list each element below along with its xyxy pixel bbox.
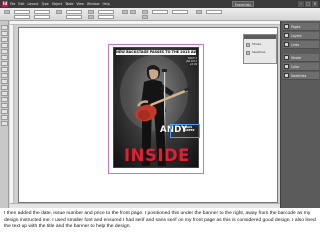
- dock-label-swatches: Swatches: [291, 73, 307, 78]
- floating-panel: Stroke Swatches: [243, 34, 277, 64]
- screenshot: Id File Edit Layout Type Object Table Vi…: [0, 0, 320, 208]
- horizontal-scrollbar[interactable]: [10, 203, 280, 208]
- direct-selection-tool-icon[interactable]: [1, 31, 8, 36]
- y-position-field[interactable]: [14, 15, 30, 19]
- dock-item-pages[interactable]: Pages: [283, 23, 319, 31]
- shear-icon[interactable]: [88, 15, 94, 19]
- constrain-proportions-icon[interactable]: [56, 10, 62, 14]
- panel-dock: Pages Layers Links Stroke Color Swatches: [280, 21, 320, 208]
- tools-panel: [0, 21, 9, 208]
- app-logo: Id: [2, 1, 8, 7]
- gap-tool-icon[interactable]: [1, 43, 8, 48]
- slide-caption: I then added the date, issue number and …: [4, 211, 316, 229]
- menu-bar: File Edit Layout Type Object Table View …: [10, 0, 110, 8]
- menu-object[interactable]: Object: [52, 0, 62, 8]
- cover-price: £3.99: [190, 63, 197, 66]
- vertical-ruler: [10, 25, 14, 206]
- menu-window[interactable]: Window: [87, 0, 100, 8]
- reference-point-icon[interactable]: [4, 10, 10, 14]
- application-bar: Id File Edit Layout Type Object Table Vi…: [0, 0, 320, 8]
- selection-tool-icon[interactable]: [1, 25, 8, 30]
- selected-text-frame[interactable]: [170, 124, 200, 138]
- opacity-field[interactable]: [206, 10, 222, 14]
- swatches-icon: [246, 50, 250, 55]
- pages-icon: [284, 24, 289, 29]
- width-field[interactable]: [34, 10, 50, 14]
- close-button[interactable]: ×: [312, 1, 318, 7]
- rectangle-frame-tool-icon[interactable]: [1, 73, 8, 78]
- dock-item-stroke[interactable]: Stroke: [283, 54, 319, 62]
- menu-edit[interactable]: Edit: [18, 0, 24, 8]
- dock-label-stroke: Stroke: [291, 55, 302, 60]
- page-tool-icon[interactable]: [1, 37, 8, 42]
- stroke-icon: [246, 42, 250, 47]
- rotate-icon[interactable]: [88, 10, 94, 14]
- scale-x-field[interactable]: [66, 10, 82, 14]
- x-position-field[interactable]: [14, 10, 30, 14]
- eyedropper-tool-icon[interactable]: [1, 109, 8, 114]
- menu-help[interactable]: Help: [103, 0, 110, 8]
- window-controls: – □ ×: [298, 1, 318, 7]
- cover-banner: NEW BACKSTAGE PASSES TO THE 2013 AWARDS!: [116, 50, 196, 55]
- line-tool-icon[interactable]: [1, 55, 8, 60]
- scale-y-field[interactable]: [66, 15, 82, 19]
- dock-item-layers[interactable]: Layers: [283, 32, 319, 40]
- hand-tool-icon[interactable]: [1, 115, 8, 120]
- pen-tool-icon[interactable]: [1, 61, 8, 66]
- floating-panel-row-swatches[interactable]: Swatches: [246, 50, 276, 55]
- free-transform-tool-icon[interactable]: [1, 91, 8, 96]
- menu-file[interactable]: File: [10, 0, 15, 8]
- zoom-tool-icon[interactable]: [1, 121, 8, 126]
- shear-angle-field[interactable]: [98, 15, 114, 19]
- scissors-tool-icon[interactable]: [1, 85, 8, 90]
- dock-label-links: Links: [291, 42, 300, 47]
- stroke-swatch-icon[interactable]: [142, 15, 148, 19]
- menu-table[interactable]: Table: [65, 0, 73, 8]
- rectangle-tool-icon[interactable]: [1, 79, 8, 84]
- minimize-button[interactable]: –: [298, 1, 304, 7]
- control-panel: [0, 8, 320, 21]
- stroke-type-field[interactable]: [172, 10, 188, 14]
- floating-panel-label-stroke: Stroke: [252, 42, 261, 46]
- maximize-button[interactable]: □: [305, 1, 311, 7]
- layers-icon: [284, 33, 289, 38]
- magazine-cover[interactable]: NEW BACKSTAGE PASSES TO THE 2013 AWARDS!…: [113, 47, 199, 168]
- fill-swatch-icon[interactable]: [142, 10, 148, 14]
- drop-shadow-icon[interactable]: [196, 10, 202, 14]
- flip-horizontal-icon[interactable]: [122, 10, 128, 14]
- type-tool-icon[interactable]: [1, 49, 8, 54]
- menu-layout[interactable]: Layout: [28, 0, 39, 8]
- swatches-icon: [284, 73, 289, 78]
- note-tool-icon[interactable]: [1, 103, 8, 108]
- gradient-tool-icon[interactable]: [1, 97, 8, 102]
- height-field[interactable]: [34, 15, 50, 19]
- rotation-angle-field[interactable]: [98, 10, 114, 14]
- pencil-tool-icon[interactable]: [1, 67, 8, 72]
- floating-panel-row-stroke[interactable]: Stroke: [246, 42, 276, 47]
- flip-vertical-icon[interactable]: [130, 10, 136, 14]
- menu-type[interactable]: Type: [41, 0, 48, 8]
- menu-view[interactable]: View: [76, 0, 84, 8]
- cover-issue-info: ISSUE 4 JAN 2013 £3.99: [178, 57, 197, 66]
- cover-masthead-title: INSIDE: [124, 146, 190, 165]
- floating-panel-header[interactable]: [244, 35, 276, 39]
- horizontal-ruler: [10, 21, 280, 25]
- dock-item-swatches[interactable]: Swatches: [283, 72, 319, 80]
- dock-label-pages: Pages: [291, 24, 301, 29]
- floating-panel-label-swatches: Swatches: [252, 50, 266, 54]
- stroke-icon: [284, 55, 289, 60]
- dock-item-links[interactable]: Links: [283, 41, 319, 49]
- dock-label-color: Color: [291, 64, 300, 69]
- color-icon: [284, 64, 289, 69]
- stroke-weight-field[interactable]: [152, 10, 168, 14]
- links-icon: [284, 42, 289, 47]
- dock-label-layers: Layers: [291, 33, 302, 38]
- workspace-switcher[interactable]: Essentials: [232, 1, 254, 7]
- dock-item-color[interactable]: Color: [283, 63, 319, 71]
